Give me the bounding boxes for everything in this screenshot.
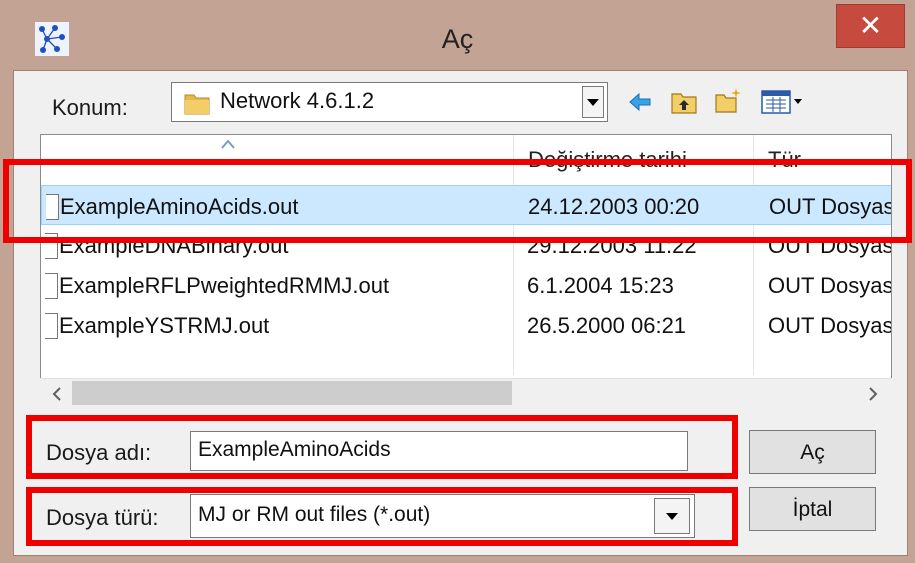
file-date: 6.1.2004 15:23: [527, 273, 674, 298]
view-menu-icon[interactable]: [760, 88, 806, 116]
scrollbar-thumb[interactable]: [72, 381, 512, 405]
new-folder-icon[interactable]: [714, 86, 742, 114]
close-icon: ✕: [858, 10, 883, 41]
file-icon: [45, 273, 58, 299]
file-name: ExampleRFLPweightedRMMJ.out: [59, 273, 390, 298]
window-title: Aç: [441, 24, 474, 54]
open-button[interactable]: Aç: [749, 430, 876, 474]
file-name: ExampleYSTRMJ.out: [59, 313, 270, 338]
scroll-left-icon[interactable]: [50, 386, 64, 402]
list-item[interactable]: ExampleYSTRMJ.out 26.5.2000 06:21 OUT Do…: [41, 305, 892, 345]
list-item[interactable]: ExampleRFLPweightedRMMJ.out 6.1.2004 15:…: [41, 265, 892, 305]
file-type: OUT Dosyası: [768, 313, 892, 338]
folder-icon: [184, 94, 210, 115]
close-button[interactable]: ✕: [836, 4, 905, 48]
location-dropdown-button[interactable]: [582, 86, 604, 118]
location-label: Konum:: [52, 95, 128, 120]
file-type: OUT Dosyası: [768, 273, 892, 298]
highlight-box: [26, 415, 738, 479]
scroll-right-icon[interactable]: [866, 386, 880, 402]
chevron-down-icon: [587, 99, 599, 106]
location-value: Network 4.6.1.2: [220, 88, 375, 113]
up-folder-icon[interactable]: [670, 88, 698, 116]
file-date: 26.5.2000 06:21: [527, 313, 687, 338]
cancel-button[interactable]: İptal: [749, 487, 876, 531]
file-icon: [45, 313, 58, 339]
highlight-box: [3, 159, 912, 243]
back-arrow-icon[interactable]: [626, 88, 654, 116]
highlight-box: [26, 487, 738, 546]
